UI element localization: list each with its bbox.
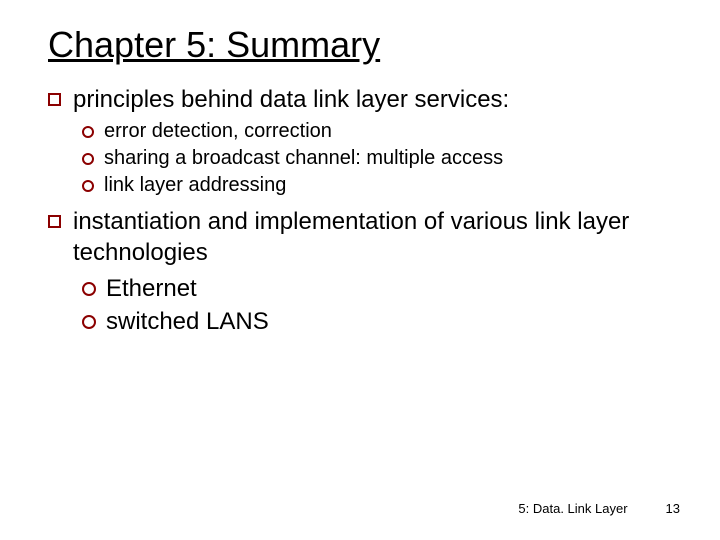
- bullet-text: principles behind data link layer servic…: [73, 84, 509, 115]
- bullet-level2: sharing a broadcast channel: multiple ac…: [82, 146, 680, 171]
- circle-bullet-icon: [82, 126, 94, 138]
- bullet-text: Ethernet: [106, 273, 197, 304]
- footer-chapter: 5: Data. Link Layer: [518, 501, 627, 516]
- slide-footer: 5: Data. Link Layer 13: [518, 501, 680, 516]
- bullet-level2: error detection, correction: [82, 119, 680, 144]
- bullet-level2: Ethernet: [82, 273, 680, 304]
- bullet-level2: switched LANS: [82, 306, 680, 337]
- bullet-level1: instantiation and implementation of vari…: [48, 206, 680, 268]
- footer-page-number: 13: [666, 501, 680, 516]
- bullet-level2: link layer addressing: [82, 173, 680, 198]
- circle-bullet-icon: [82, 282, 96, 296]
- bullet-text: switched LANS: [106, 306, 269, 337]
- bullet-text: sharing a broadcast channel: multiple ac…: [104, 146, 503, 171]
- circle-bullet-icon: [82, 315, 96, 329]
- slide-title: Chapter 5: Summary: [48, 24, 680, 66]
- square-bullet-icon: [48, 215, 61, 228]
- square-bullet-icon: [48, 93, 61, 106]
- bullet-text: instantiation and implementation of vari…: [73, 206, 680, 268]
- bullet-text: error detection, correction: [104, 119, 332, 144]
- slide: Chapter 5: Summary principles behind dat…: [0, 0, 720, 540]
- circle-bullet-icon: [82, 180, 94, 192]
- bullet-level1: principles behind data link layer servic…: [48, 84, 680, 115]
- circle-bullet-icon: [82, 153, 94, 165]
- bullet-text: link layer addressing: [104, 173, 286, 198]
